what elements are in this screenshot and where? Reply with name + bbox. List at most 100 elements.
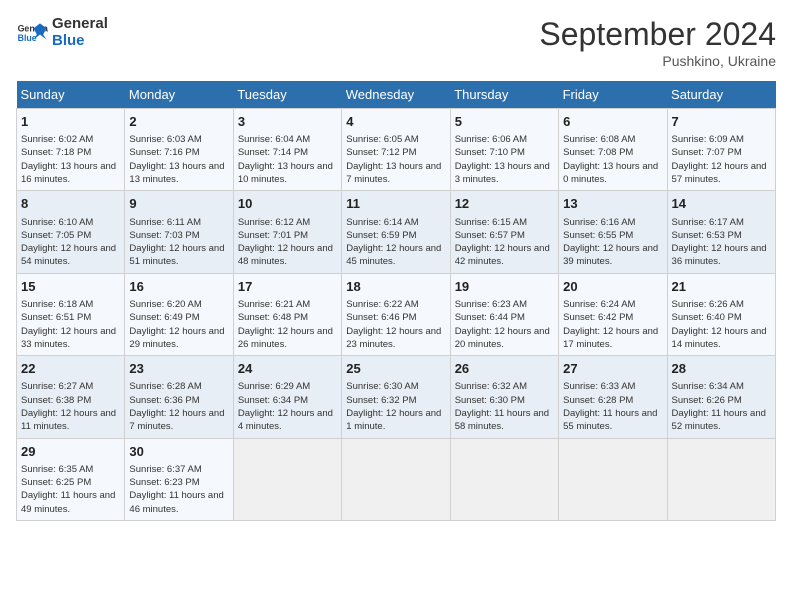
- day-number: 11: [346, 195, 445, 213]
- day-number: 28: [672, 360, 771, 378]
- header-row: Sunday Monday Tuesday Wednesday Thursday…: [17, 81, 776, 109]
- cell-info: Sunrise: 6:21 AM Sunset: 6:48 PM Dayligh…: [238, 298, 337, 351]
- day-number: 10: [238, 195, 337, 213]
- logo: General Blue General Blue: [16, 16, 108, 49]
- calendar-cell: 14 Sunrise: 6:17 AM Sunset: 6:53 PM Dayl…: [667, 191, 775, 273]
- calendar-cell: 21 Sunrise: 6:26 AM Sunset: 6:40 PM Dayl…: [667, 273, 775, 355]
- calendar-cell: 20 Sunrise: 6:24 AM Sunset: 6:42 PM Dayl…: [559, 273, 667, 355]
- svg-text:Blue: Blue: [18, 33, 37, 43]
- cell-info: Sunrise: 6:03 AM Sunset: 7:16 PM Dayligh…: [129, 133, 228, 186]
- page-header: General Blue General Blue September 2024…: [16, 16, 776, 69]
- day-number: 1: [21, 113, 120, 131]
- cell-info: Sunrise: 6:10 AM Sunset: 7:05 PM Dayligh…: [21, 216, 120, 269]
- cell-info: Sunrise: 6:33 AM Sunset: 6:28 PM Dayligh…: [563, 380, 662, 433]
- calendar-cell: 30 Sunrise: 6:37 AM Sunset: 6:23 PM Dayl…: [125, 438, 233, 520]
- calendar-cell: 19 Sunrise: 6:23 AM Sunset: 6:44 PM Dayl…: [450, 273, 558, 355]
- day-number: 5: [455, 113, 554, 131]
- day-number: 13: [563, 195, 662, 213]
- calendar-cell: 29 Sunrise: 6:35 AM Sunset: 6:25 PM Dayl…: [17, 438, 125, 520]
- logo-blue: Blue: [52, 33, 108, 50]
- logo-icon: General Blue: [16, 17, 48, 49]
- col-thursday: Thursday: [450, 81, 558, 109]
- calendar-cell: 7 Sunrise: 6:09 AM Sunset: 7:07 PM Dayli…: [667, 109, 775, 191]
- cell-info: Sunrise: 6:37 AM Sunset: 6:23 PM Dayligh…: [129, 463, 228, 516]
- day-number: 2: [129, 113, 228, 131]
- cell-info: Sunrise: 6:09 AM Sunset: 7:07 PM Dayligh…: [672, 133, 771, 186]
- calendar-cell: 3 Sunrise: 6:04 AM Sunset: 7:14 PM Dayli…: [233, 109, 341, 191]
- day-number: 17: [238, 278, 337, 296]
- cell-info: Sunrise: 6:14 AM Sunset: 6:59 PM Dayligh…: [346, 216, 445, 269]
- calendar-cell: [342, 438, 450, 520]
- calendar-cell: 16 Sunrise: 6:20 AM Sunset: 6:49 PM Dayl…: [125, 273, 233, 355]
- calendar-cell: 1 Sunrise: 6:02 AM Sunset: 7:18 PM Dayli…: [17, 109, 125, 191]
- cell-info: Sunrise: 6:05 AM Sunset: 7:12 PM Dayligh…: [346, 133, 445, 186]
- col-tuesday: Tuesday: [233, 81, 341, 109]
- cell-info: Sunrise: 6:32 AM Sunset: 6:30 PM Dayligh…: [455, 380, 554, 433]
- calendar-cell: 6 Sunrise: 6:08 AM Sunset: 7:08 PM Dayli…: [559, 109, 667, 191]
- col-sunday: Sunday: [17, 81, 125, 109]
- calendar-cell: [233, 438, 341, 520]
- cell-info: Sunrise: 6:18 AM Sunset: 6:51 PM Dayligh…: [21, 298, 120, 351]
- calendar-cell: 8 Sunrise: 6:10 AM Sunset: 7:05 PM Dayli…: [17, 191, 125, 273]
- day-number: 18: [346, 278, 445, 296]
- day-number: 20: [563, 278, 662, 296]
- day-number: 3: [238, 113, 337, 131]
- calendar-cell: 12 Sunrise: 6:15 AM Sunset: 6:57 PM Dayl…: [450, 191, 558, 273]
- day-number: 6: [563, 113, 662, 131]
- day-number: 7: [672, 113, 771, 131]
- cell-info: Sunrise: 6:20 AM Sunset: 6:49 PM Dayligh…: [129, 298, 228, 351]
- cell-info: Sunrise: 6:16 AM Sunset: 6:55 PM Dayligh…: [563, 216, 662, 269]
- title-block: September 2024 Pushkino, Ukraine: [539, 16, 776, 69]
- calendar-cell: [667, 438, 775, 520]
- month-title: September 2024: [539, 16, 776, 53]
- calendar-cell: 23 Sunrise: 6:28 AM Sunset: 6:36 PM Dayl…: [125, 356, 233, 438]
- logo-general: General: [52, 16, 108, 33]
- day-number: 15: [21, 278, 120, 296]
- calendar-cell: 4 Sunrise: 6:05 AM Sunset: 7:12 PM Dayli…: [342, 109, 450, 191]
- calendar-cell: [450, 438, 558, 520]
- calendar-row: 29 Sunrise: 6:35 AM Sunset: 6:25 PM Dayl…: [17, 438, 776, 520]
- cell-info: Sunrise: 6:12 AM Sunset: 7:01 PM Dayligh…: [238, 216, 337, 269]
- calendar-cell: [559, 438, 667, 520]
- cell-info: Sunrise: 6:35 AM Sunset: 6:25 PM Dayligh…: [21, 463, 120, 516]
- calendar-row: 8 Sunrise: 6:10 AM Sunset: 7:05 PM Dayli…: [17, 191, 776, 273]
- day-number: 27: [563, 360, 662, 378]
- day-number: 22: [21, 360, 120, 378]
- col-friday: Friday: [559, 81, 667, 109]
- calendar-cell: 2 Sunrise: 6:03 AM Sunset: 7:16 PM Dayli…: [125, 109, 233, 191]
- cell-info: Sunrise: 6:22 AM Sunset: 6:46 PM Dayligh…: [346, 298, 445, 351]
- calendar-cell: 11 Sunrise: 6:14 AM Sunset: 6:59 PM Dayl…: [342, 191, 450, 273]
- calendar-cell: 27 Sunrise: 6:33 AM Sunset: 6:28 PM Dayl…: [559, 356, 667, 438]
- cell-info: Sunrise: 6:17 AM Sunset: 6:53 PM Dayligh…: [672, 216, 771, 269]
- calendar-cell: 24 Sunrise: 6:29 AM Sunset: 6:34 PM Dayl…: [233, 356, 341, 438]
- cell-info: Sunrise: 6:23 AM Sunset: 6:44 PM Dayligh…: [455, 298, 554, 351]
- calendar-row: 22 Sunrise: 6:27 AM Sunset: 6:38 PM Dayl…: [17, 356, 776, 438]
- calendar-row: 15 Sunrise: 6:18 AM Sunset: 6:51 PM Dayl…: [17, 273, 776, 355]
- calendar-cell: 5 Sunrise: 6:06 AM Sunset: 7:10 PM Dayli…: [450, 109, 558, 191]
- cell-info: Sunrise: 6:06 AM Sunset: 7:10 PM Dayligh…: [455, 133, 554, 186]
- calendar-cell: 26 Sunrise: 6:32 AM Sunset: 6:30 PM Dayl…: [450, 356, 558, 438]
- day-number: 4: [346, 113, 445, 131]
- cell-info: Sunrise: 6:15 AM Sunset: 6:57 PM Dayligh…: [455, 216, 554, 269]
- col-wednesday: Wednesday: [342, 81, 450, 109]
- calendar-cell: 25 Sunrise: 6:30 AM Sunset: 6:32 PM Dayl…: [342, 356, 450, 438]
- day-number: 9: [129, 195, 228, 213]
- cell-info: Sunrise: 6:11 AM Sunset: 7:03 PM Dayligh…: [129, 216, 228, 269]
- cell-info: Sunrise: 6:29 AM Sunset: 6:34 PM Dayligh…: [238, 380, 337, 433]
- day-number: 25: [346, 360, 445, 378]
- day-number: 8: [21, 195, 120, 213]
- calendar-cell: 15 Sunrise: 6:18 AM Sunset: 6:51 PM Dayl…: [17, 273, 125, 355]
- day-number: 14: [672, 195, 771, 213]
- cell-info: Sunrise: 6:02 AM Sunset: 7:18 PM Dayligh…: [21, 133, 120, 186]
- cell-info: Sunrise: 6:30 AM Sunset: 6:32 PM Dayligh…: [346, 380, 445, 433]
- calendar-cell: 10 Sunrise: 6:12 AM Sunset: 7:01 PM Dayl…: [233, 191, 341, 273]
- calendar-cell: 9 Sunrise: 6:11 AM Sunset: 7:03 PM Dayli…: [125, 191, 233, 273]
- calendar-table: Sunday Monday Tuesday Wednesday Thursday…: [16, 81, 776, 521]
- cell-info: Sunrise: 6:08 AM Sunset: 7:08 PM Dayligh…: [563, 133, 662, 186]
- cell-info: Sunrise: 6:28 AM Sunset: 6:36 PM Dayligh…: [129, 380, 228, 433]
- col-monday: Monday: [125, 81, 233, 109]
- day-number: 23: [129, 360, 228, 378]
- cell-info: Sunrise: 6:34 AM Sunset: 6:26 PM Dayligh…: [672, 380, 771, 433]
- calendar-cell: 18 Sunrise: 6:22 AM Sunset: 6:46 PM Dayl…: [342, 273, 450, 355]
- day-number: 26: [455, 360, 554, 378]
